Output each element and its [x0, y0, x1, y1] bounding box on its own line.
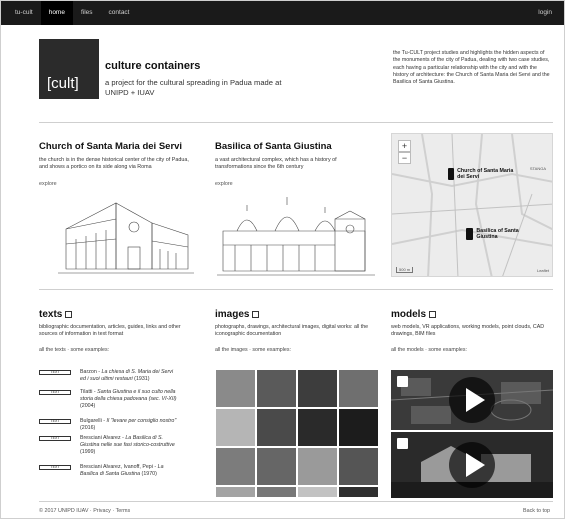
model-video-church[interactable]	[391, 432, 553, 498]
middle-divider	[39, 289, 553, 290]
login-link[interactable]: login	[538, 1, 552, 25]
play-button[interactable]	[449, 442, 495, 488]
models-more-link[interactable]: all the models · some examples:	[391, 347, 467, 353]
map-scale: 500 m	[396, 267, 414, 273]
location-map[interactable]: + − Church of Santa Maria dei Servi Basi…	[391, 133, 553, 277]
map-pin-icon	[466, 228, 474, 240]
model-video-aerial[interactable]	[391, 370, 553, 430]
models-description: web models, VR applications, working mod…	[391, 324, 545, 337]
text-reference: Tilatti - Santa Giustina e il suo culto …	[80, 389, 177, 409]
back-to-top-link[interactable]: Back to top	[523, 508, 550, 514]
text-list-item[interactable]: TEXT Bresciani Alvarez - La Basilica di …	[39, 435, 179, 456]
nav-item-contact[interactable]: contact	[101, 1, 138, 25]
texts-more-link[interactable]: all the texts · some examples:	[39, 347, 109, 353]
photo-tile-16[interactable]	[339, 487, 378, 497]
images-title: images	[215, 309, 250, 320]
photo-tile-7[interactable]	[298, 409, 337, 446]
photo-tile-3[interactable]	[298, 370, 337, 407]
footer-copyright[interactable]: © 2017 UNIPD IUAV · Privacy · Terms	[39, 508, 130, 514]
text-list-item[interactable]: TEXT Tilatti - Santa Giustina e il suo c…	[39, 389, 179, 410]
text-badge: TEXT	[39, 419, 71, 424]
map-street-label: STANGA	[529, 166, 546, 171]
building-desc-giustina: a vast architectural complex, which has …	[215, 157, 337, 171]
photo-tile-9[interactable]	[216, 448, 255, 485]
map-marker-label: Church of Santa Maria dei Servi	[457, 168, 514, 180]
photo-tile-11[interactable]	[298, 448, 337, 485]
map-zoom-out-button[interactable]: −	[398, 152, 411, 164]
text-list-item[interactable]: TEXT Bulgarelli - Il "levare per consigl…	[39, 418, 179, 432]
site-logo[interactable]: [cult]	[39, 39, 99, 99]
text-reference: Barzon - La chiesa di S. Maria dei Servi…	[80, 369, 174, 382]
external-link-icon	[429, 310, 437, 318]
text-reference: Bresciani Alvarez, Ivanoff, Pepi - La Ba…	[80, 464, 164, 477]
building-desc-servi: the church is in the dense historical ce…	[39, 157, 189, 171]
photo-tile-15[interactable]	[298, 487, 337, 497]
external-link-icon	[65, 310, 73, 318]
models-heading[interactable]: models	[391, 309, 437, 320]
photo-tile-5[interactable]	[216, 409, 255, 446]
texts-title: texts	[39, 309, 63, 320]
images-heading[interactable]: images	[215, 309, 260, 320]
map-marker-giustina[interactable]: Basilica of Santa Giustina	[466, 228, 536, 240]
logo-text: [cult]	[47, 75, 79, 92]
photo-tile-1[interactable]	[216, 370, 255, 407]
text-list-item[interactable]: TEXT Bresciani Alvarez, Ivanoff, Pepi - …	[39, 464, 179, 478]
photo-tile-6[interactable]	[257, 409, 296, 446]
texts-heading[interactable]: texts	[39, 309, 73, 320]
video-channel-icon	[397, 438, 408, 449]
explore-link-giustina[interactable]: explore	[215, 181, 233, 187]
header-divider	[39, 122, 553, 123]
text-badge: TEXT	[39, 370, 71, 375]
map-pin-icon	[448, 168, 455, 180]
map-marker-servi[interactable]: Church of Santa Maria dei Servi	[448, 168, 518, 180]
intro-paragraph: the Tu-CULT project studies and highligh…	[393, 50, 550, 86]
map-marker-label: Basilica of Santa Giustina	[476, 228, 519, 240]
photo-tile-14[interactable]	[257, 487, 296, 497]
photo-tile-8[interactable]	[339, 409, 378, 446]
photo-tile-13[interactable]	[216, 487, 255, 497]
images-description: photographs, drawings, architectural ima…	[215, 324, 369, 337]
nav-item-tu-cult[interactable]: tu-cult	[1, 1, 41, 25]
servi-church-drawing[interactable]	[56, 189, 196, 277]
map-streets	[392, 134, 552, 276]
photo-tile-12[interactable]	[339, 448, 378, 485]
texts-description: bibliographic documentation, articles, g…	[39, 324, 181, 337]
top-navbar: tu-cult home files contact login	[1, 1, 564, 25]
map-zoom-in-button[interactable]: +	[398, 140, 411, 152]
giustina-basilica-drawing[interactable]	[215, 189, 377, 277]
page: tu-cult home files contact login [cult] …	[0, 0, 565, 519]
images-more-link[interactable]: all the images · some examples:	[215, 347, 291, 353]
text-badge: TEXT	[39, 390, 71, 395]
site-title: culture containers	[105, 60, 201, 72]
text-badge: TEXT	[39, 436, 71, 441]
map-attribution[interactable]: Leaflet	[537, 268, 549, 273]
footer-divider	[39, 501, 553, 502]
models-title: models	[391, 309, 427, 320]
text-list-item[interactable]: TEXT Barzon - La chiesa di S. Maria dei …	[39, 369, 179, 383]
photo-tile-2[interactable]	[257, 370, 296, 407]
photo-tile-10[interactable]	[257, 448, 296, 485]
text-reference: Bulgarelli - Il "levare per consiglio no…	[80, 418, 177, 431]
explore-link-servi[interactable]: explore	[39, 181, 57, 187]
site-subtitle: a project for the cultural spreading in …	[105, 78, 282, 97]
nav-item-home[interactable]: home	[40, 1, 73, 25]
text-reference: Bresciani Alvarez - La Basilica di S. Gi…	[80, 435, 175, 455]
video-channel-icon	[397, 376, 408, 387]
building-title-giustina[interactable]: Basilica of Santa Giustina	[215, 141, 332, 152]
text-badge: TEXT	[39, 465, 71, 470]
external-link-icon	[252, 310, 260, 318]
play-button[interactable]	[449, 377, 495, 423]
building-title-servi[interactable]: Church of Santa Maria dei Servi	[39, 141, 182, 152]
photo-tile-4[interactable]	[339, 370, 378, 407]
nav-item-files[interactable]: files	[73, 1, 101, 25]
